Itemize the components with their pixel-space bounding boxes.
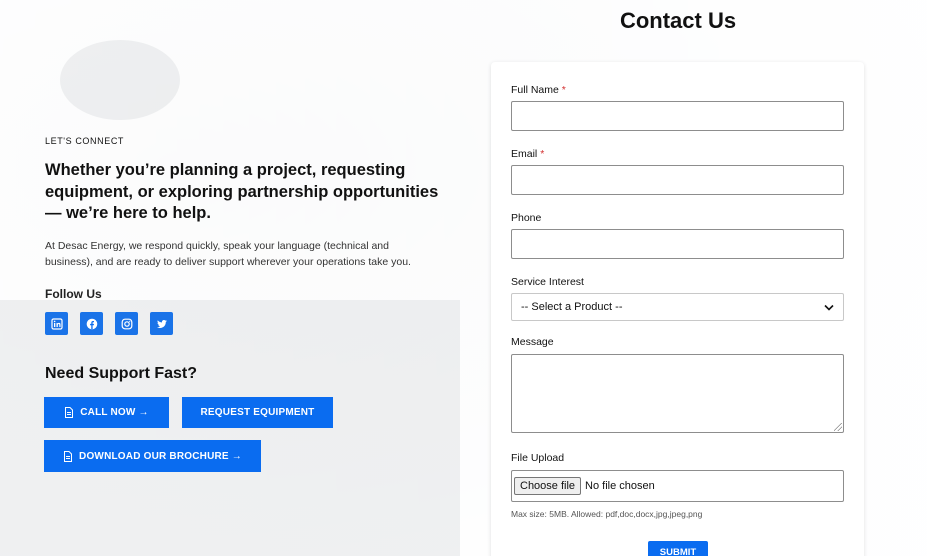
eyebrow-label: LET'S CONNECT [45,136,125,146]
file-upload-hint: Max size: 5MB. Allowed: pdf,doc,docx,jpg… [511,509,703,519]
support-heading: Need Support Fast? [45,365,198,382]
twitter-link[interactable] [150,312,173,335]
instagram-icon [121,318,132,329]
linkedin-icon [50,317,63,330]
download-brochure-button[interactable]: DOWNLOAD OUR BROCHURE → [44,440,261,472]
no-file-text: No file chosen [585,480,655,492]
document-icon [65,407,74,418]
facebook-link[interactable] [80,312,103,335]
twitter-icon [156,319,167,328]
email-field[interactable] [511,165,844,195]
social-links [45,312,173,335]
full-name-field[interactable] [511,101,844,131]
request-equipment-label: REQUEST EQUIPMENT [200,407,315,418]
headline: Whether you’re planning a project, reque… [45,161,439,222]
service-selected-value: -- Select a Product -- [521,301,623,313]
linkedin-link[interactable] [45,312,68,335]
page-title: Contact Us [619,8,737,33]
facebook-icon [86,318,97,329]
choose-file-button[interactable]: Choose file [514,477,582,495]
chevron-down-icon [824,304,834,311]
service-interest-select[interactable]: -- Select a Product -- [511,293,844,321]
description: At Desac Energy, we respond quickly, spe… [45,240,411,268]
file-upload-field: Choose file No file chosen [511,470,844,502]
call-now-label: CALL NOW → [80,407,149,418]
background-plant-silhouette [0,300,460,556]
document-icon [64,450,73,462]
submit-button[interactable]: SUBMIT [648,541,708,556]
email-label: Email * [511,148,545,160]
background-structure [60,40,180,120]
download-brochure-label: DOWNLOAD OUR BROCHURE → [79,450,242,462]
resize-handle[interactable] [834,423,842,431]
request-equipment-button[interactable]: REQUEST EQUIPMENT [182,397,333,428]
service-interest-label: Service Interest [511,276,584,288]
follow-us-label: Follow Us [45,287,102,301]
message-label: Message [511,336,554,348]
contact-form: Full Name * Email * Phone Service Intere… [491,62,864,556]
phone-label: Phone [511,212,542,224]
message-field[interactable] [511,354,844,433]
phone-field[interactable] [511,229,844,259]
instagram-link[interactable] [115,312,138,335]
full-name-label: Full Name * [511,84,566,96]
call-now-button[interactable]: CALL NOW → [44,397,169,428]
file-upload-label: File Upload [511,452,565,464]
